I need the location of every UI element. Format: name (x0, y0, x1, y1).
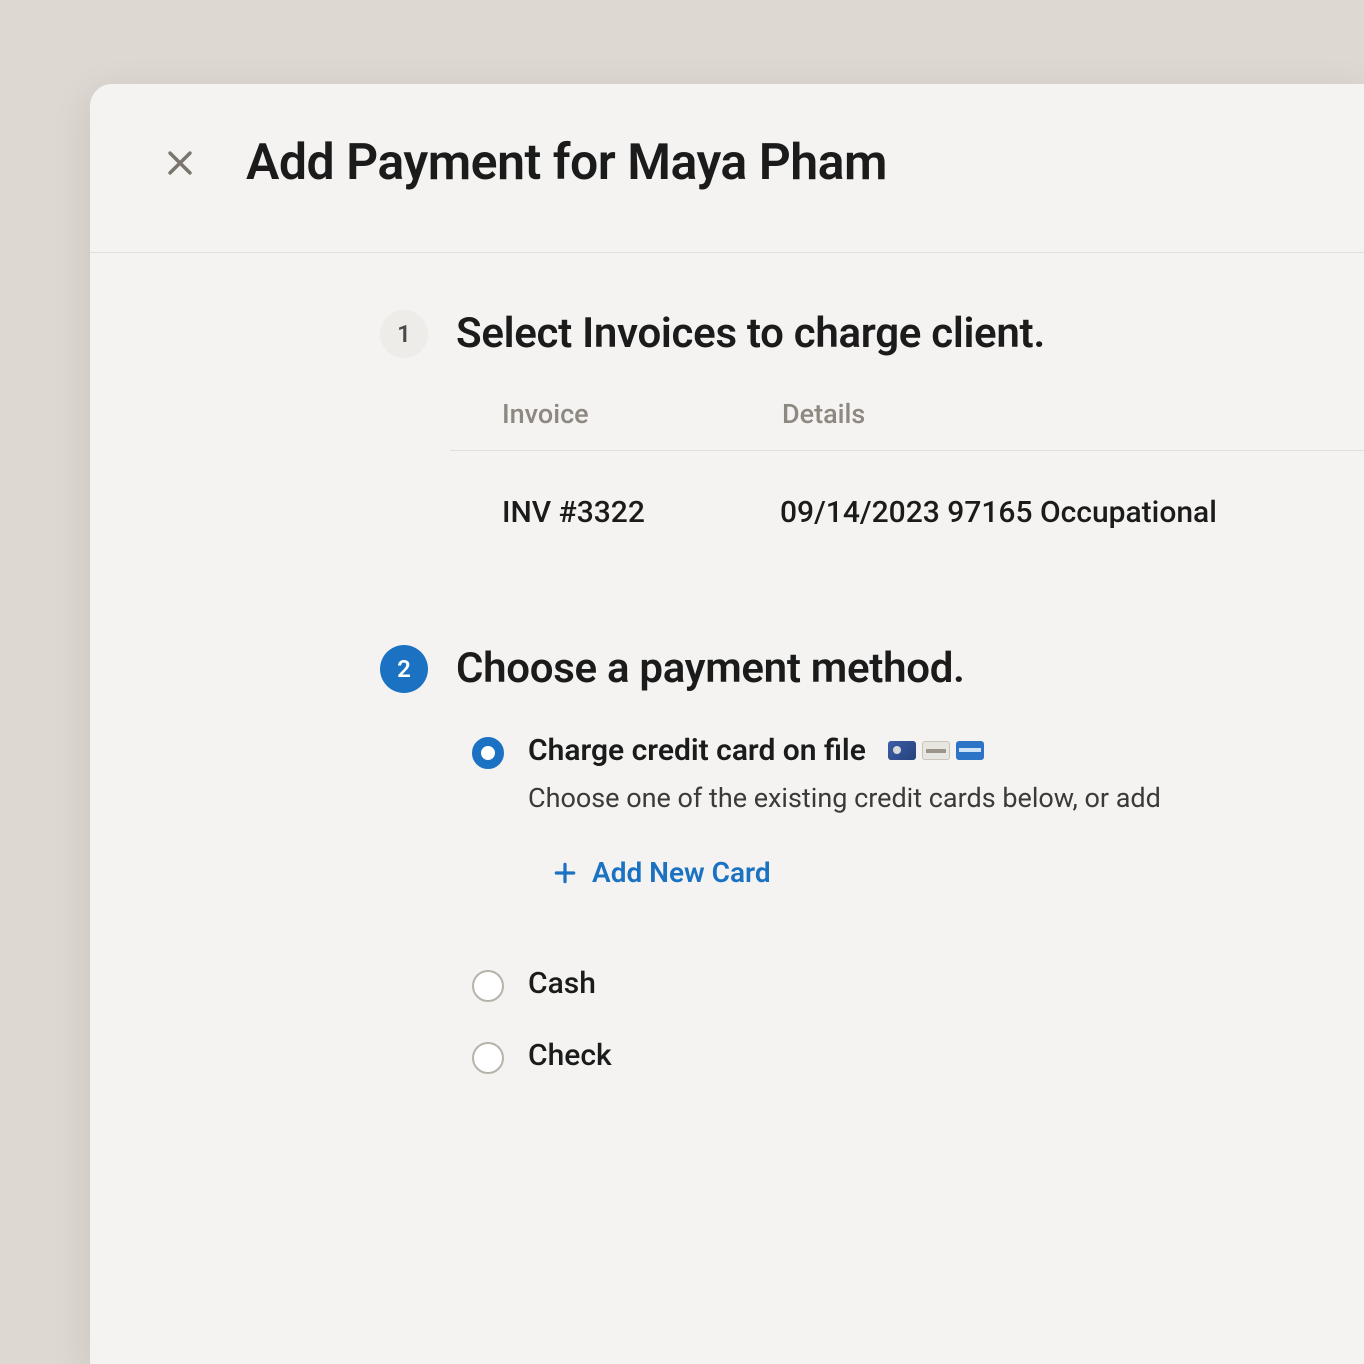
step-choose-payment-method: 2 Choose a payment method. Charge credit… (380, 644, 1364, 1074)
card-brand-icon (888, 741, 916, 760)
add-new-card-label: Add New Card (592, 856, 771, 889)
option-label: Cash (528, 966, 1364, 1001)
column-header-invoice: Invoice (502, 398, 662, 430)
modal-header: Add Payment for Maya Pham (90, 84, 1364, 253)
modal-title: Add Payment for Maya Pham (246, 134, 887, 192)
close-button[interactable] (160, 143, 200, 183)
step-select-invoices: 1 Select Invoices to charge client. Invo… (380, 309, 1364, 574)
step-title: Choose a payment method. (456, 644, 965, 693)
plus-icon (552, 860, 578, 886)
option-check[interactable]: Check (472, 1038, 1364, 1074)
option-label: Check (528, 1038, 1364, 1073)
cell-invoice-details: 09/14/2023 97165 Occupational (780, 495, 1217, 530)
card-brand-icon (956, 741, 984, 760)
credit-card-icons (888, 741, 984, 760)
column-header-details: Details (782, 398, 865, 430)
table-header-row: Invoice Details (450, 398, 1364, 451)
payment-method-options: Charge credit card on file Choose one of… (472, 733, 1364, 1074)
add-new-card-button[interactable]: Add New Card (552, 856, 771, 889)
option-credit-card[interactable]: Charge credit card on file Choose one of… (472, 733, 1364, 890)
step-header: 2 Choose a payment method. (380, 644, 1364, 693)
step-number-badge: 2 (380, 645, 428, 693)
radio-cash[interactable] (472, 970, 504, 1002)
option-description: Choose one of the existing credit cards … (528, 782, 1364, 814)
table-row[interactable]: INV #3322 09/14/2023 97165 Occupational (450, 451, 1364, 574)
option-label: Charge credit card on file (528, 733, 1364, 768)
step-number-badge: 1 (380, 310, 428, 358)
radio-credit-card[interactable] (472, 737, 504, 769)
step-title: Select Invoices to charge client. (456, 309, 1045, 358)
option-cash[interactable]: Cash (472, 966, 1364, 1002)
invoice-table: Invoice Details INV #3322 09/14/2023 971… (450, 398, 1364, 574)
add-payment-modal: Add Payment for Maya Pham 1 Select Invoi… (90, 84, 1364, 1364)
cell-invoice-number: INV #3322 (502, 495, 692, 530)
option-label-text: Charge credit card on file (528, 733, 866, 768)
close-icon (163, 146, 197, 180)
radio-check[interactable] (472, 1042, 504, 1074)
step-header: 1 Select Invoices to charge client. (380, 309, 1364, 358)
card-brand-icon (922, 741, 950, 760)
modal-body: 1 Select Invoices to charge client. Invo… (90, 253, 1364, 1074)
